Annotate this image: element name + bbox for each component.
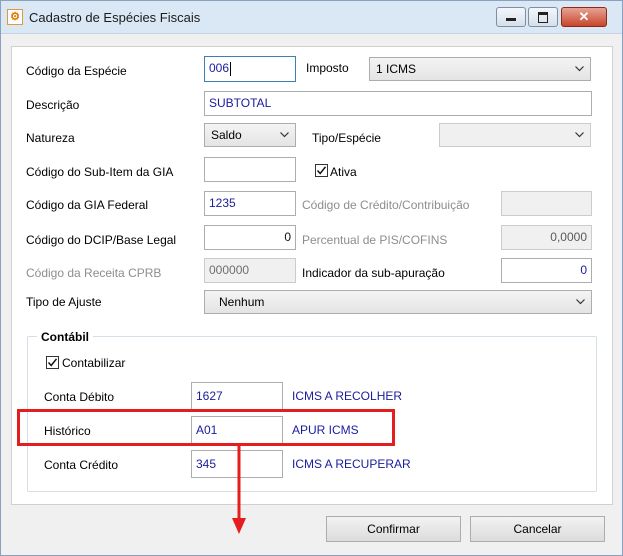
historico-highlight-box: [17, 409, 395, 446]
chevron-down-icon: [575, 132, 584, 138]
codigo-receita-cprb-input[interactable]: 000000: [204, 258, 296, 283]
confirmar-button[interactable]: Confirmar: [326, 516, 461, 542]
codigo-credito-contribuicao-input[interactable]: [501, 191, 592, 216]
conta-debito-input[interactable]: 1627: [191, 382, 283, 410]
tipo-especie-select[interactable]: [439, 123, 591, 147]
check-icon: [316, 166, 327, 175]
conta-credito-description: ICMS A RECUPERAR: [292, 457, 411, 471]
tipo-ajuste-select[interactable]: Nenhum: [204, 290, 592, 314]
codigo-credito-contribuicao-label: Código de Crédito/Contribuição: [302, 198, 470, 212]
natureza-select[interactable]: Saldo: [204, 123, 296, 147]
ativa-checkbox[interactable]: [315, 164, 328, 177]
title-bar[interactable]: ⚙ Cadastro de Espécies Fiscais ✕: [1, 1, 622, 34]
codigo-gia-federal-input[interactable]: 1235: [204, 191, 296, 216]
conta-debito-description: ICMS A RECOLHER: [292, 389, 403, 403]
ativa-label: Ativa: [330, 165, 357, 179]
close-icon: ✕: [578, 9, 590, 24]
maximize-icon: [538, 12, 548, 23]
minimize-icon: [506, 18, 516, 21]
arrow-down-icon: [232, 446, 246, 534]
descricao-input[interactable]: SUBTOTAL: [204, 91, 592, 116]
codigo-especie-input[interactable]: 006: [204, 56, 296, 82]
codigo-sub-item-gia-input[interactable]: [204, 157, 296, 182]
conta-credito-label: Conta Crédito: [44, 458, 119, 472]
imposto-value: 1 ICMS: [376, 62, 417, 76]
chevron-down-icon: [575, 66, 584, 72]
natureza-value: Saldo: [211, 128, 242, 142]
window-title: Cadastro de Espécies Fiscais: [29, 10, 201, 25]
codigo-dcip-label: Código do DCIP/Base Legal: [26, 233, 177, 247]
imposto-label: Imposto: [306, 61, 349, 75]
codigo-sub-item-gia-label: Código do Sub-Item da GIA: [26, 165, 174, 179]
tipo-ajuste-label: Tipo de Ajuste: [26, 295, 102, 309]
maximize-button[interactable]: [528, 7, 558, 27]
minimize-button[interactable]: [496, 7, 526, 27]
conta-debito-label: Conta Débito: [44, 390, 115, 404]
percentual-pis-cofins-input[interactable]: 0,0000: [501, 225, 592, 250]
contabilizar-checkbox[interactable]: [46, 356, 59, 369]
window: ⚙ Cadastro de Espécies Fiscais ✕ Código …: [0, 0, 623, 556]
indicador-sub-apuracao-label: Indicador da sub-apuração: [302, 266, 445, 280]
app-icon: ⚙: [7, 9, 23, 25]
descricao-label: Descrição: [26, 98, 80, 112]
codigo-receita-cprb-label: Código da Receita CPRB: [26, 266, 162, 280]
chevron-down-icon: [576, 299, 585, 305]
close-button[interactable]: ✕: [561, 7, 607, 27]
codigo-gia-federal-label: Código da GIA Federal: [26, 198, 149, 212]
check-icon: [47, 358, 58, 367]
natureza-label: Natureza: [26, 131, 75, 145]
percentual-pis-cofins-label: Percentual de PIS/COFINS: [302, 233, 448, 247]
contabilizar-label: Contabilizar: [62, 356, 126, 370]
text-caret: [230, 61, 232, 76]
codigo-especie-value: 006: [209, 61, 230, 75]
tipo-ajuste-value: Nenhum: [219, 295, 265, 309]
indicador-sub-apuracao-input[interactable]: 0: [501, 258, 592, 283]
codigo-especie-label: Código da Espécie: [26, 64, 127, 78]
imposto-select[interactable]: 1 ICMS: [369, 57, 591, 81]
codigo-dcip-input[interactable]: 0: [204, 225, 296, 250]
cancelar-button[interactable]: Cancelar: [470, 516, 605, 542]
chevron-down-icon: [280, 132, 289, 138]
tipo-especie-label: Tipo/Espécie: [312, 131, 381, 145]
contabil-group-title: Contábil: [37, 330, 93, 344]
